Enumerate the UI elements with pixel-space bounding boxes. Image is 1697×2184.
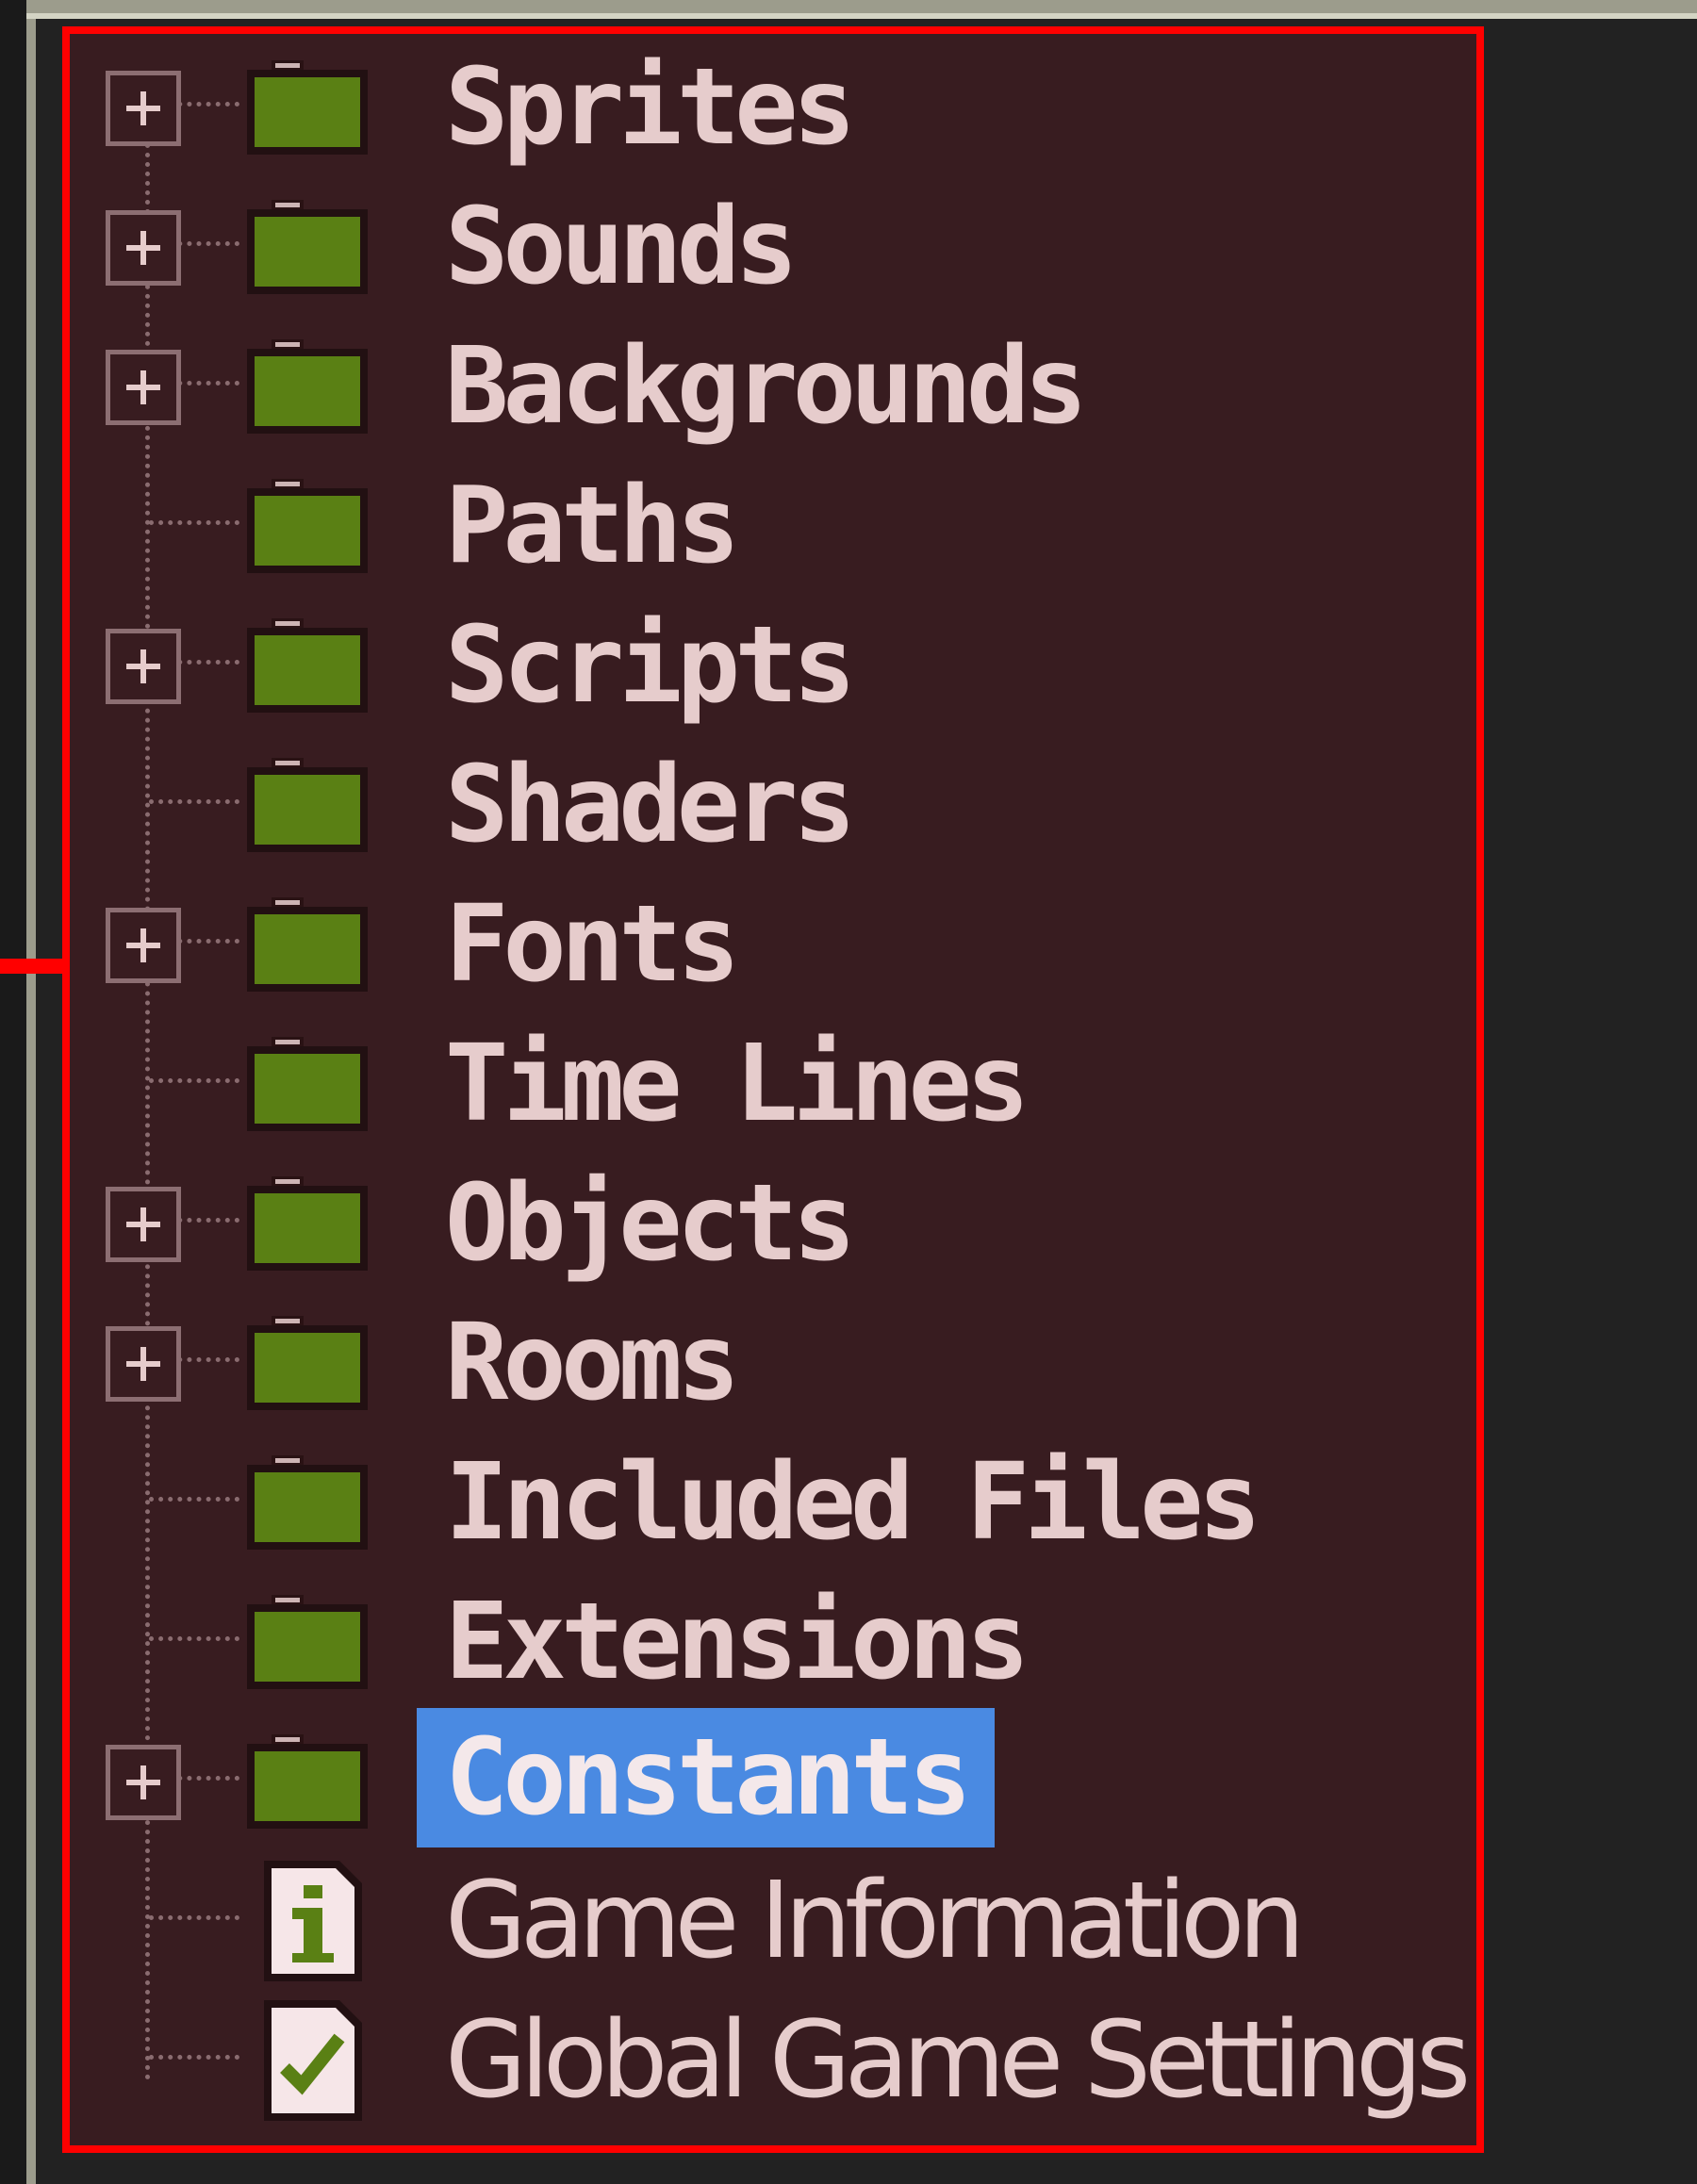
tree-branch-line: [149, 2055, 239, 2060]
tree-item-label: Rooms: [445, 1302, 740, 1424]
tree-branch-line: [149, 1497, 239, 1502]
expand-plus-icon[interactable]: [106, 350, 181, 425]
folder-icon: [247, 897, 368, 992]
window-top-border: [26, 0, 1697, 19]
tree-item-backgrounds[interactable]: Backgrounds: [70, 313, 1476, 452]
tree-item-label: Sounds: [445, 186, 799, 308]
tree-item-label: Scripts: [445, 604, 856, 727]
folder-icon: [247, 1176, 368, 1271]
tree-item-label: Objects: [445, 1162, 856, 1285]
window-left-border: [26, 0, 36, 2184]
folder-icon: [247, 1037, 368, 1131]
folder-icon: [247, 1455, 368, 1550]
folder-icon: [247, 200, 368, 294]
folder-icon: [247, 479, 368, 573]
expand-plus-icon[interactable]: [106, 1745, 181, 1820]
tree-item-sprites[interactable]: Sprites: [70, 34, 1476, 173]
tree-item-paths[interactable]: Paths: [70, 452, 1476, 592]
tree-item-label: Paths: [445, 465, 740, 587]
resource-tree: Sprites Sounds Backgrounds Paths Scripts…: [62, 26, 1484, 2153]
left-window-edge: [0, 0, 26, 2184]
expand-plus-icon[interactable]: [106, 1187, 181, 1262]
folder-icon: [247, 618, 368, 713]
tree-branch-line: [149, 1636, 239, 1641]
tree-item-label: Game Information: [445, 1860, 1305, 1982]
folder-icon: [247, 339, 368, 434]
expand-plus-icon[interactable]: [106, 210, 181, 286]
tree-branch-line: [149, 520, 239, 525]
tree-item-label: Included Files: [445, 1441, 1261, 1564]
tree-item-objects[interactable]: Objects: [70, 1150, 1476, 1289]
tree-item-game-information[interactable]: Game Information: [70, 1847, 1476, 1987]
tree-item-shaders[interactable]: Shaders: [70, 731, 1476, 871]
expand-plus-icon[interactable]: [106, 908, 181, 983]
highlight-connector: [0, 959, 62, 974]
tree-item-label: Backgrounds: [445, 325, 1088, 448]
expand-plus-icon[interactable]: [106, 629, 181, 704]
tree-item-global-game-settings[interactable]: Global Game Settings: [70, 1987, 1476, 2127]
tree-item-label: Fonts: [445, 883, 740, 1006]
folder-icon: [247, 1316, 368, 1410]
tree-item-rooms[interactable]: Rooms: [70, 1289, 1476, 1429]
tree-item-scripts[interactable]: Scripts: [70, 592, 1476, 731]
settings-checkmark-icon: [264, 2000, 362, 2121]
tree-item-constants[interactable]: Constants: [70, 1708, 1476, 1847]
folder-icon: [247, 1734, 368, 1829]
tree-item-fonts[interactable]: Fonts: [70, 871, 1476, 1010]
expand-plus-icon[interactable]: [106, 71, 181, 146]
tree-item-label: Extensions: [445, 1581, 1030, 1703]
tree-branch-line: [149, 1915, 239, 1920]
tree-item-label: Time Lines: [445, 1023, 1030, 1145]
tree-item-time-lines[interactable]: Time Lines: [70, 1010, 1476, 1150]
folder-icon: [247, 60, 368, 155]
folder-icon: [247, 758, 368, 852]
tree-item-sounds[interactable]: Sounds: [70, 173, 1476, 313]
tree-item-extensions[interactable]: Extensions: [70, 1568, 1476, 1708]
expand-plus-icon[interactable]: [106, 1326, 181, 1402]
tree-branch-line: [149, 1078, 239, 1083]
tree-item-label: Sprites: [445, 46, 856, 169]
tree-branch-line: [149, 799, 239, 804]
folder-icon: [247, 1595, 368, 1689]
tree-item-included-files[interactable]: Included Files: [70, 1429, 1476, 1568]
info-document-icon: [264, 1861, 362, 1981]
tree-item-label: Global Game Settings: [445, 1999, 1471, 2122]
tree-item-label-selected: Constants: [417, 1708, 995, 1847]
tree-item-label: Shaders: [445, 744, 856, 866]
